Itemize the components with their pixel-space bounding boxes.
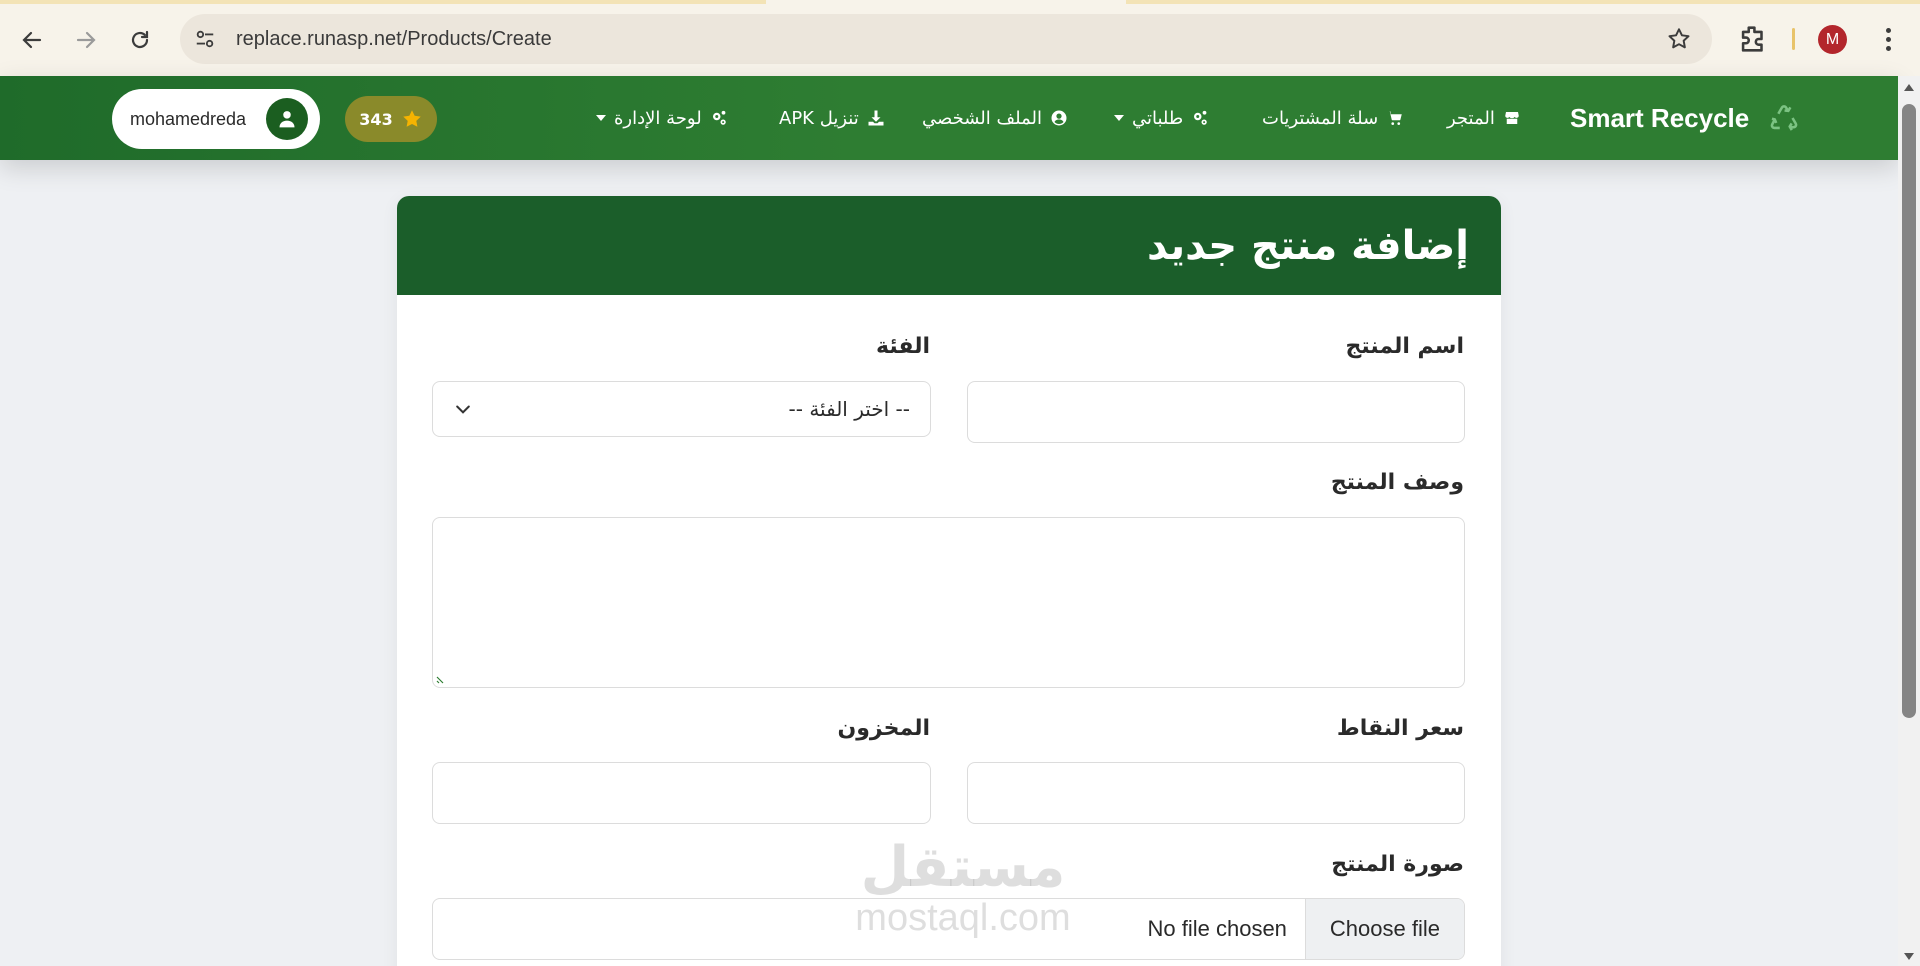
user-icon [279, 111, 295, 128]
page-title: إضافة منتج جديد [1147, 222, 1469, 269]
scroll-up-arrow[interactable] [1904, 84, 1914, 91]
product-name-label: اسم المنتج [1345, 334, 1464, 359]
forward-button[interactable] [66, 20, 106, 60]
username: mohamedreda [130, 108, 247, 129]
download-icon [868, 110, 884, 126]
back-button[interactable] [12, 20, 52, 60]
user-menu[interactable]: mohamedreda [112, 89, 320, 149]
star-icon [402, 110, 421, 127]
toolbar-divider [1792, 28, 1795, 50]
brand-logo[interactable]: Smart Recycle [1570, 76, 1801, 160]
nav-my-orders[interactable]: طلباتي [1114, 76, 1209, 160]
description-textarea[interactable] [432, 517, 1465, 688]
category-select[interactable]: -- اختر الفئة -- [432, 381, 931, 437]
reload-button[interactable] [120, 20, 160, 60]
reload-icon [131, 30, 149, 49]
nav-admin-panel-label: لوحة الإدارة [614, 107, 702, 129]
avatar [266, 98, 308, 140]
points-badge[interactable]: 343 [345, 96, 437, 142]
nav-profile[interactable]: الملف الشخصي [922, 76, 1068, 160]
points-price-input[interactable] [967, 762, 1465, 824]
points-value: 343 [359, 109, 393, 129]
scroll-down-arrow[interactable] [1904, 953, 1914, 960]
product-image-label: صورة المنتج [1331, 852, 1464, 877]
file-status-text: No file chosen [1147, 916, 1287, 941]
points-price-label: سعر النقاط [1336, 716, 1464, 741]
browser-menu-icon[interactable] [1874, 24, 1902, 54]
resize-handle-icon[interactable] [435, 673, 447, 685]
arrow-right-icon [76, 31, 96, 49]
extensions-icon[interactable] [1736, 22, 1770, 56]
cart-icon [1387, 111, 1402, 125]
nav-store-label: المتجر [1447, 107, 1495, 129]
address-bar[interactable]: replace.runasp.net/Products/Create [180, 14, 1712, 64]
stock-input[interactable] [432, 762, 931, 824]
arrow-left-icon [22, 31, 42, 49]
nav-admin-panel[interactable]: لوحة الإدارة [596, 76, 728, 160]
nav-my-orders-label: طلباتي [1132, 107, 1184, 129]
chevron-down-icon [596, 115, 606, 121]
product-name-input[interactable] [967, 381, 1465, 443]
stock-label: المخزون [837, 716, 930, 741]
brand-name: Smart Recycle [1570, 102, 1750, 133]
gears-icon [1194, 110, 1207, 125]
store-icon [1505, 112, 1519, 124]
nav-store[interactable]: المتجر [1447, 76, 1521, 160]
tab-strip [0, 0, 1920, 4]
card-header: إضافة منتج جديد [397, 196, 1501, 295]
description-label: وصف المنتج [1330, 470, 1464, 495]
chevron-down-icon [1114, 115, 1124, 121]
site-settings-icon[interactable] [180, 14, 230, 64]
category-label: الفئة [876, 334, 930, 359]
scroll-thumb[interactable] [1902, 104, 1916, 718]
chevron-down-icon [456, 405, 470, 414]
product-image-file-input[interactable]: No file chosen Choose file [432, 898, 1465, 960]
category-select-value: -- اختر الفئة -- [788, 397, 910, 421]
gears-icon [712, 110, 726, 125]
choose-file-button[interactable]: Choose file [1304, 899, 1464, 959]
recycle-icon [1770, 105, 1798, 131]
profile-avatar[interactable]: M [1818, 25, 1847, 54]
nav-download-apk-label: تنزيل APK [779, 107, 859, 129]
nav-cart-label: سلة المشتريات [1262, 107, 1379, 129]
nav-download-apk[interactable]: تنزيل APK [779, 76, 885, 160]
bookmark-star-icon[interactable] [1666, 26, 1692, 52]
nav-cart[interactable]: سلة المشتريات [1262, 76, 1404, 160]
browser-chrome: replace.runasp.net/Products/Create M [0, 0, 1920, 76]
page-scrollbar[interactable] [1898, 76, 1920, 966]
nav-profile-label: الملف الشخصي [922, 107, 1042, 129]
user-circle-icon [1051, 110, 1067, 126]
url-text[interactable]: replace.runasp.net/Products/Create [236, 28, 552, 51]
